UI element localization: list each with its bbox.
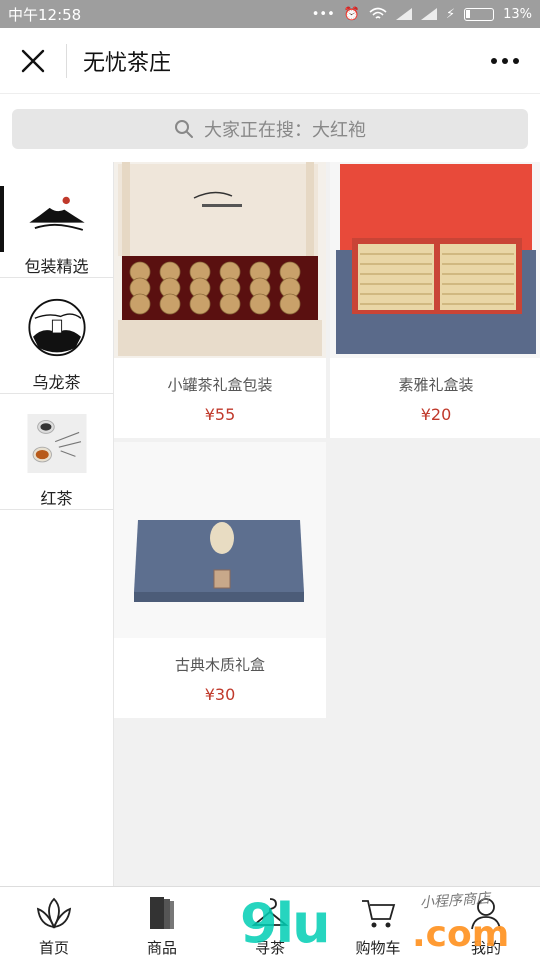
sidebar-item-label: 包装精选 <box>24 257 89 276</box>
product-name: 古典木质礼盒 <box>174 656 265 674</box>
wifi-icon <box>369 7 387 19</box>
cart-icon <box>362 900 396 928</box>
sidebar-item-black-tea[interactable]: 红茶 <box>0 394 113 510</box>
tab-label: 购物车 <box>355 939 401 957</box>
nav-bar: 无忧茶庄 <box>0 28 540 94</box>
product-image <box>330 162 540 358</box>
search-input[interactable]: 大家正在搜：大红袍 <box>12 109 528 149</box>
search-area: 大家正在搜：大红袍 <box>0 95 540 161</box>
product-price: ¥55 <box>204 405 236 424</box>
close-icon <box>21 49 45 72</box>
product-image <box>114 442 326 638</box>
oolong-logo-icon <box>27 298 86 357</box>
more-dot-icon <box>502 57 508 64</box>
sidebar-item-oolong[interactable]: 乌龙茶 <box>0 278 113 394</box>
product-card[interactable]: 古典木质礼盒 ¥30 <box>114 442 326 718</box>
tab-home[interactable]: 首页 <box>0 887 108 960</box>
nav-divider <box>66 43 67 78</box>
product-card[interactable]: 素雅礼盒装 ¥20 <box>330 162 540 438</box>
more-menu-button[interactable] <box>470 28 540 94</box>
status-bar: 中午12:58 ••• ⏰ ⚡ 13% <box>0 0 540 28</box>
tab-label: 首页 <box>38 939 69 957</box>
mountains-icon <box>28 196 85 231</box>
charging-icon: ⚡ <box>445 6 456 22</box>
user-icon <box>471 898 501 930</box>
status-time: 中午12:58 <box>8 5 82 24</box>
tab-label: 寻茶 <box>254 939 285 957</box>
battery-icon <box>464 7 495 21</box>
tea-cup-icon <box>27 414 86 473</box>
bottom-tab-bar: 首页 商品 寻茶 购物车 我的 <box>0 886 540 960</box>
product-card[interactable]: 小罐茶礼盒包装 ¥55 <box>114 162 326 438</box>
alarm-icon: ⏰ <box>343 6 360 22</box>
status-icons: ••• ⏰ ⚡ 13% <box>312 7 532 22</box>
page-title: 无忧茶庄 <box>83 50 172 76</box>
more-dot-icon <box>491 57 497 64</box>
tab-products[interactable]: 商品 <box>108 887 216 960</box>
tab-label: 我的 <box>470 939 501 957</box>
signal-icon <box>395 8 412 20</box>
hanger-icon <box>251 898 289 926</box>
product-name: 小罐茶礼盒包装 <box>167 376 273 394</box>
search-icon <box>175 120 193 138</box>
tab-label: 商品 <box>146 939 177 957</box>
signal-icon-2 <box>420 8 437 20</box>
product-image <box>114 162 326 358</box>
search-placeholder: 大家正在搜：大红袍 <box>204 120 366 141</box>
more-dots-icon: ••• <box>311 6 335 22</box>
close-button[interactable] <box>0 28 66 94</box>
sidebar-item-packaging[interactable]: 包装精选 <box>0 162 113 278</box>
sidebar-item-label: 乌龙茶 <box>32 373 81 392</box>
sidebar-item-label: 红茶 <box>40 489 73 508</box>
product-price: ¥30 <box>204 685 236 704</box>
product-name: 素雅礼盒装 <box>398 376 474 394</box>
lotus-icon <box>36 897 72 929</box>
books-icon <box>150 897 174 929</box>
product-price: ¥20 <box>420 405 452 424</box>
tab-find-tea[interactable]: 寻茶 <box>216 887 324 960</box>
battery-percent: 13% <box>503 6 532 22</box>
category-sidebar: 包装精选 乌龙茶 红茶 <box>0 162 114 886</box>
tab-cart[interactable]: 购物车 <box>324 887 432 960</box>
product-grid: 小罐茶礼盒包装 ¥55 素雅礼盒装 ¥20 古典木质礼盒 ¥30 <box>114 162 540 886</box>
more-dot-icon <box>513 57 519 64</box>
tab-mine[interactable]: 我的 <box>432 887 540 960</box>
